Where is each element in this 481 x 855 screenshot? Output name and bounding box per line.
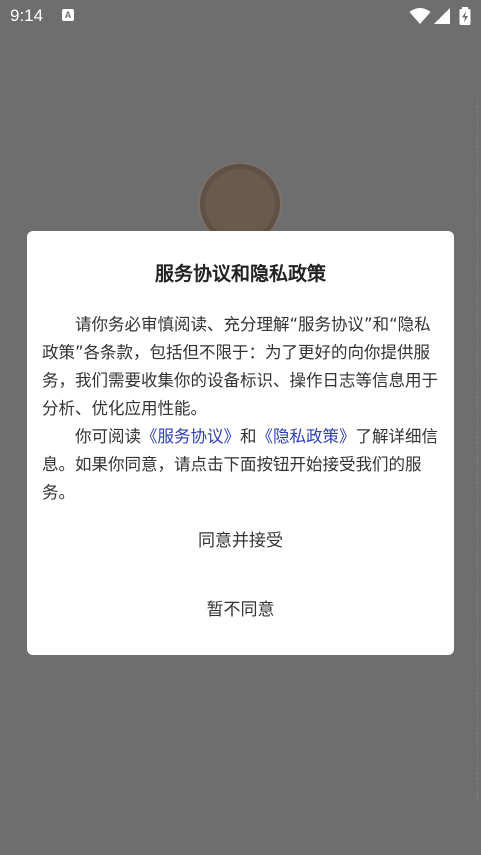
status-icons xyxy=(409,7,473,25)
para2-and: 和 xyxy=(240,427,257,446)
battery-charging-icon xyxy=(459,7,471,25)
status-time: 9:14 xyxy=(10,6,44,25)
signal-icon xyxy=(434,8,450,24)
dialog-title: 服务协议和隐私政策 xyxy=(154,263,326,285)
privacy-dialog: 服务协议和隐私政策 请你务必审慎阅读、充分理解“服务协议”和“隐私政策”各条款，… xyxy=(27,231,454,655)
status-bar: 9:14 A xyxy=(0,0,481,32)
wifi-icon xyxy=(409,8,431,24)
app-logo-emblem xyxy=(205,169,275,239)
para2-prefix: 你可阅读 xyxy=(75,427,141,446)
notification-icon: A xyxy=(62,9,74,21)
agree-button[interactable]: 同意并接受 xyxy=(27,521,454,561)
dialog-body: 请你务必审慎阅读、充分理解“服务协议”和“隐私政策”各条款，包括但不限于：为了更… xyxy=(42,311,444,507)
service-agreement-link[interactable]: 《服务协议》 xyxy=(141,427,240,446)
privacy-policy-link[interactable]: 《隐私政策》 xyxy=(257,427,356,446)
decline-button[interactable]: 暂不同意 xyxy=(27,590,454,630)
background-edge xyxy=(477,100,481,800)
dialog-paragraph-2: 你可阅读《服务协议》和《隐私政策》了解详细信息。如果你同意，请点击下面按钮开始接… xyxy=(42,423,444,507)
dialog-paragraph-1: 请你务必审慎阅读、充分理解“服务协议”和“隐私政策”各条款，包括但不限于：为了更… xyxy=(42,315,438,418)
